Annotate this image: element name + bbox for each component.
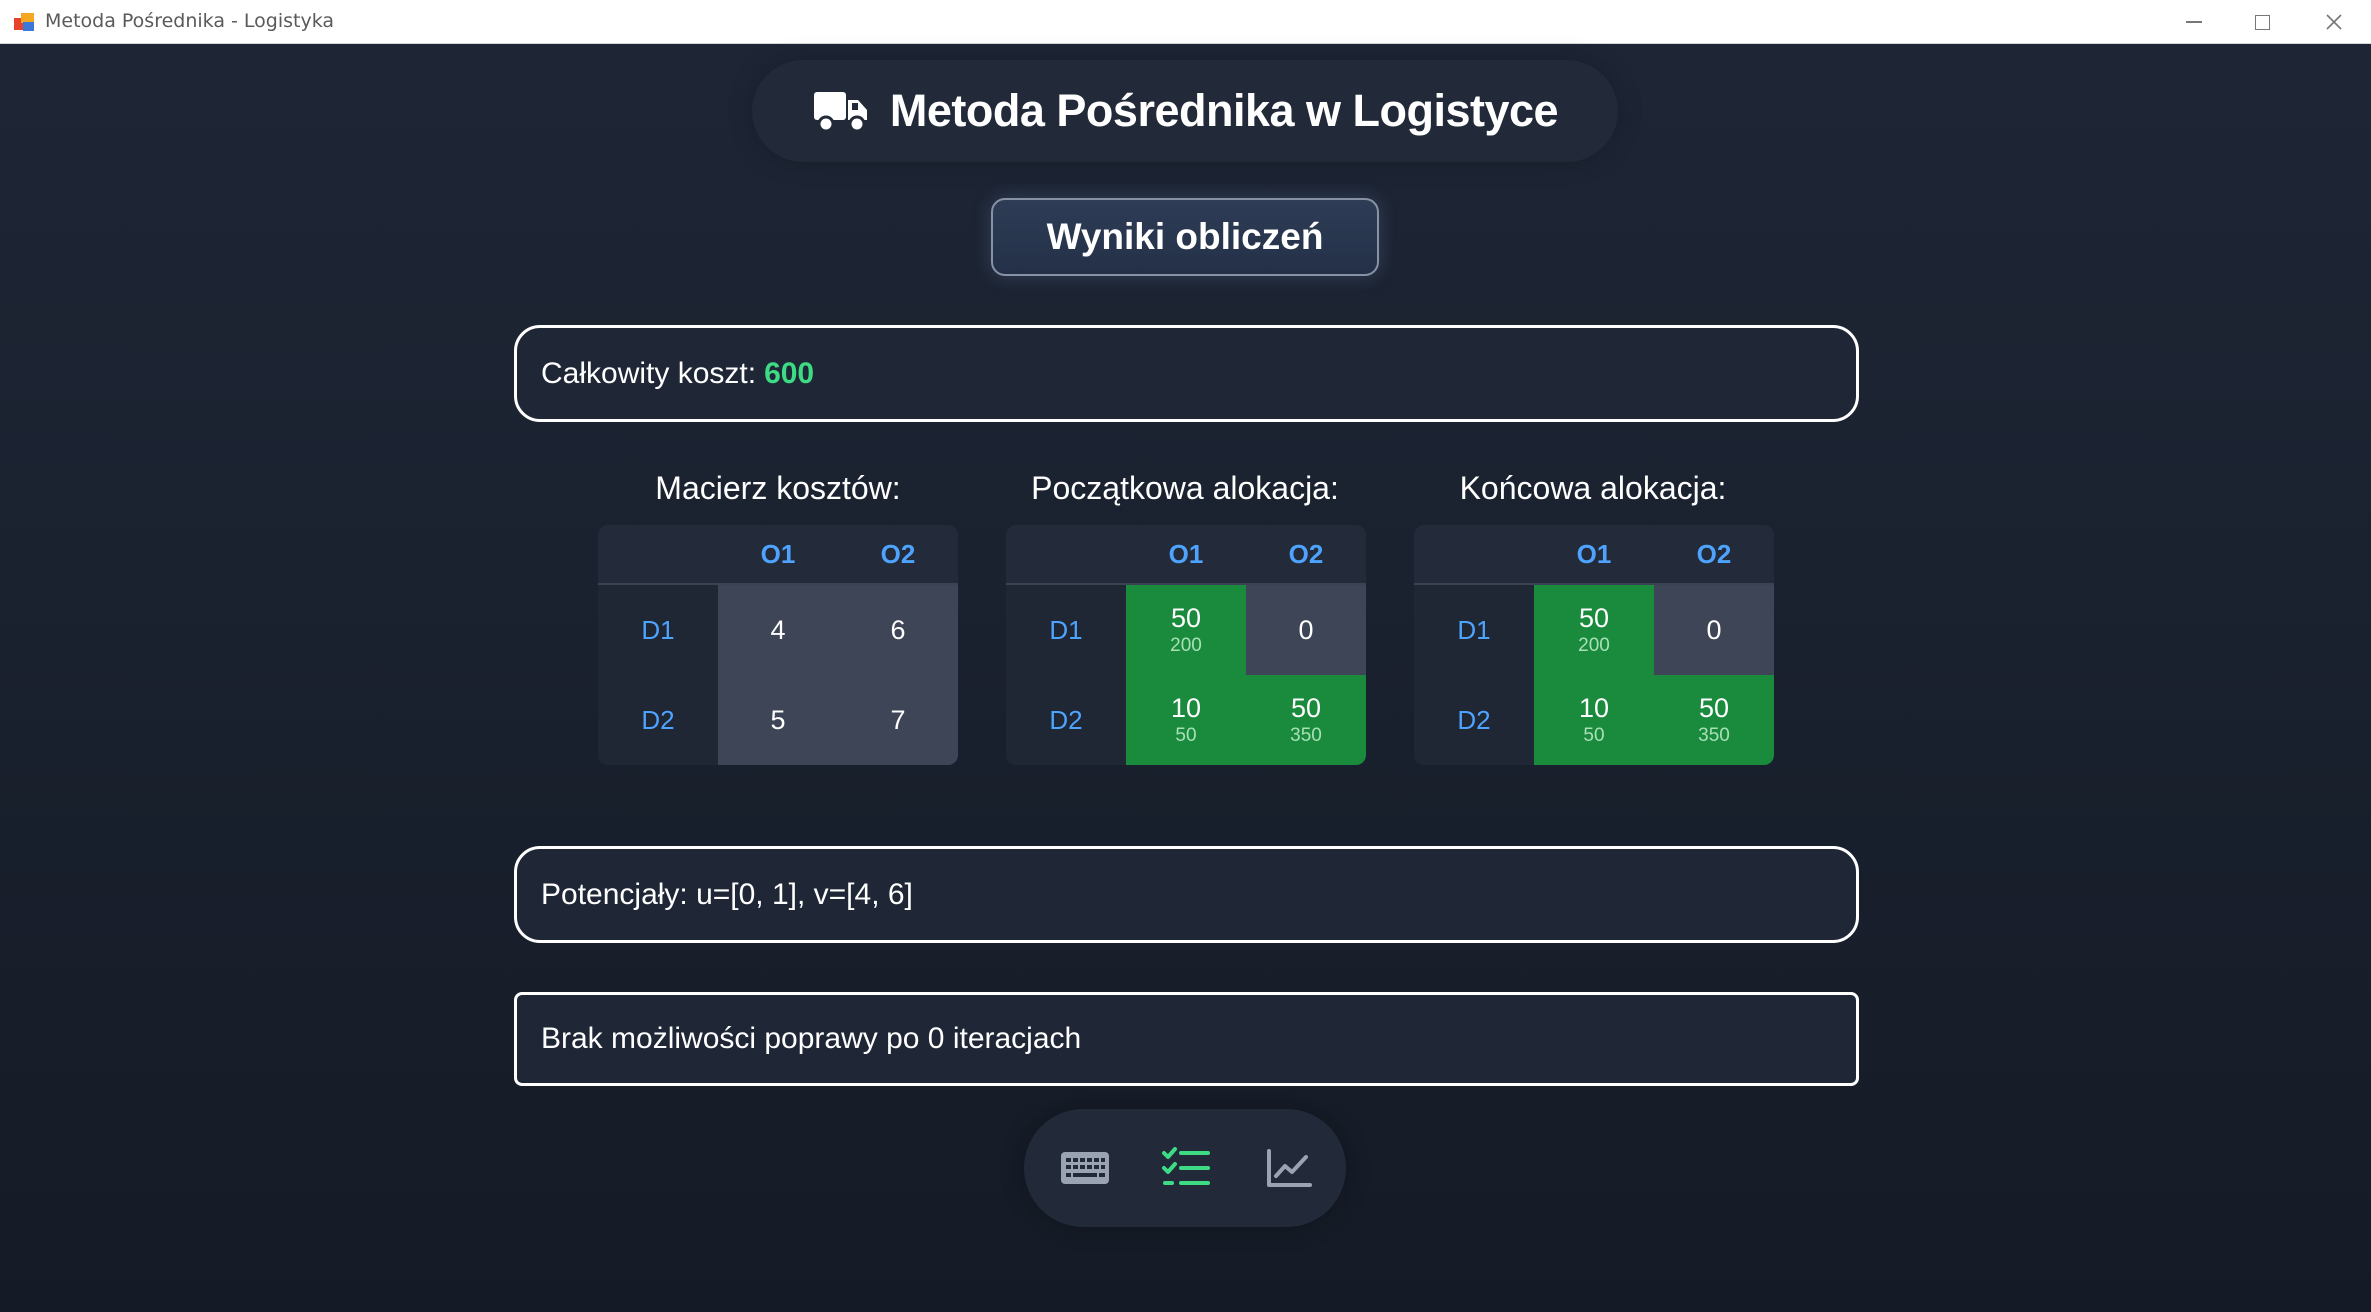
potentials-text: Potencjały: u=[0, 1], v=[4, 6] bbox=[541, 877, 913, 911]
total-cost-panel: Całkowity koszt: 600 bbox=[514, 325, 1859, 422]
allocation-cell: 50 350 bbox=[1654, 675, 1774, 765]
allocation-amount: 10 bbox=[1578, 693, 1610, 723]
line-chart-icon bbox=[1267, 1149, 1312, 1187]
chart-view-button[interactable] bbox=[1258, 1137, 1320, 1199]
cost-cell: 4 bbox=[718, 585, 838, 675]
final-allocation-matrix: O1 O2 D1 50 200 0 D2 10 50 50 350 bbox=[1414, 525, 1774, 765]
results-view-button[interactable] bbox=[1155, 1137, 1217, 1199]
cost-cell: 5 bbox=[718, 675, 838, 765]
column-header: O1 bbox=[718, 525, 838, 585]
column-header: O2 bbox=[1654, 525, 1774, 585]
app-header: Metoda Pośrednika w Logistyce bbox=[752, 60, 1618, 162]
row-header: D1 bbox=[598, 585, 718, 675]
allocation-cell: 50 200 bbox=[1126, 585, 1246, 675]
allocation-cost: 350 bbox=[1290, 725, 1322, 746]
checklist-icon bbox=[1162, 1147, 1210, 1185]
allocation-amount: 10 bbox=[1170, 693, 1202, 723]
cost-matrix-title: Macierz kosztów: bbox=[655, 470, 901, 506]
column-header: O2 bbox=[838, 525, 958, 585]
allocation-cell: 50 200 bbox=[1534, 585, 1654, 675]
status-panel: Brak możliwości poprawy po 0 iteracjach bbox=[514, 992, 1859, 1086]
input-view-button[interactable] bbox=[1054, 1137, 1116, 1199]
allocation-amount: 50 bbox=[1698, 693, 1730, 723]
cost-cell: 6 bbox=[838, 585, 958, 675]
app-title: Metoda Pośrednika w Logistyce bbox=[889, 85, 1559, 136]
allocation-cost: 50 bbox=[1175, 725, 1197, 746]
total-cost-label: Całkowity koszt: bbox=[541, 356, 757, 390]
bottom-navigation bbox=[1024, 1109, 1346, 1227]
window-title: Metoda Pośrednika - Logistyka bbox=[45, 10, 335, 32]
close-button[interactable] bbox=[2300, 0, 2368, 44]
allocation-cell-empty: 0 bbox=[1654, 585, 1774, 675]
matrix-corner bbox=[598, 525, 718, 585]
maximize-button[interactable] bbox=[2228, 0, 2296, 44]
potentials-panel: Potencjały: u=[0, 1], v=[4, 6] bbox=[514, 846, 1859, 943]
minimize-button[interactable] bbox=[2160, 0, 2228, 44]
matrix-corner bbox=[1006, 525, 1126, 585]
window-title-bar: Metoda Pośrednika - Logistyka bbox=[0, 0, 2371, 44]
allocation-cell: 10 50 bbox=[1126, 675, 1246, 765]
results-heading: Wyniki obliczeń bbox=[991, 198, 1379, 276]
allocation-cost: 200 bbox=[1578, 635, 1610, 656]
row-header: D1 bbox=[1414, 585, 1534, 675]
row-header: D2 bbox=[1414, 675, 1534, 765]
maximize-icon bbox=[2254, 14, 2270, 30]
allocation-cost: 50 bbox=[1583, 725, 1605, 746]
column-header: O2 bbox=[1246, 525, 1366, 585]
truck-icon bbox=[813, 92, 867, 133]
allocation-cell-empty: 0 bbox=[1246, 585, 1366, 675]
allocation-cell: 50 350 bbox=[1246, 675, 1366, 765]
allocation-amount: 50 bbox=[1170, 603, 1202, 633]
status-text: Brak możliwości poprawy po 0 iteracjach bbox=[541, 1022, 1082, 1055]
close-icon bbox=[2326, 14, 2342, 30]
row-header: D1 bbox=[1006, 585, 1126, 675]
allocation-amount: 50 bbox=[1578, 603, 1610, 633]
allocation-cost: 200 bbox=[1170, 635, 1202, 656]
total-cost-value: 600 bbox=[764, 356, 815, 390]
row-header: D2 bbox=[1006, 675, 1126, 765]
initial-allocation-title: Początkowa alokacja: bbox=[1031, 470, 1339, 506]
initial-allocation-matrix: O1 O2 D1 50 200 0 D2 10 50 50 350 bbox=[1006, 525, 1366, 765]
allocation-amount: 50 bbox=[1290, 693, 1322, 723]
row-header: D2 bbox=[598, 675, 718, 765]
allocation-cell: 10 50 bbox=[1534, 675, 1654, 765]
cost-matrix: O1 O2 D1 4 6 D2 5 7 bbox=[598, 525, 958, 765]
app-icon bbox=[14, 12, 36, 32]
cost-cell: 7 bbox=[838, 675, 958, 765]
column-header: O1 bbox=[1534, 525, 1654, 585]
allocation-cost: 350 bbox=[1698, 725, 1730, 746]
minimize-icon bbox=[2186, 21, 2202, 23]
column-header: O1 bbox=[1126, 525, 1246, 585]
matrix-corner bbox=[1414, 525, 1534, 585]
keyboard-icon bbox=[1061, 1152, 1109, 1184]
final-allocation-title: Końcowa alokacja: bbox=[1459, 470, 1727, 506]
